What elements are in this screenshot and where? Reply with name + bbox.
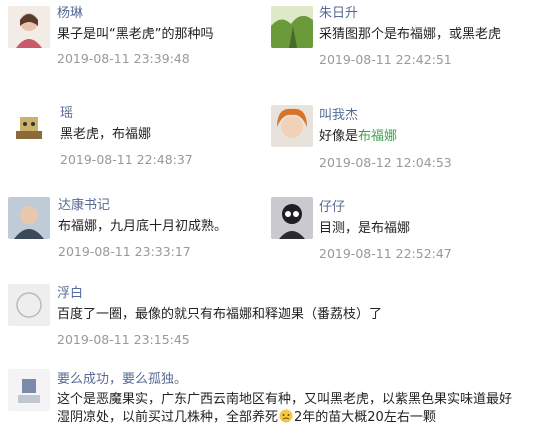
avatar[interactable] — [8, 369, 50, 411]
comment-username[interactable]: 瑶 — [60, 106, 73, 122]
comment-time: 2019-08-11 23:33:17 — [58, 244, 191, 259]
comment-username[interactable]: 朱日升 — [319, 6, 358, 22]
avatar[interactable] — [271, 197, 313, 239]
comment-username[interactable]: 杨琳 — [57, 6, 83, 22]
comment-text-part: 2年的苗大概20左右一颗 — [294, 410, 436, 425]
comment-text: 百度了一圈，最像的就只有布福娜和释迦果（番荔枝）了 — [57, 307, 383, 322]
comment-time: 2019-08-11 22:42:51 — [319, 52, 452, 67]
keyword-link[interactable]: 布福娜 — [358, 129, 397, 144]
comment-text-part: 湿阴凉处，以前买过几株种，全部养死 — [57, 410, 279, 425]
comment-username[interactable]: 达康书记 — [58, 198, 110, 214]
comment-time: 2019-08-12 12:04:53 — [319, 155, 452, 170]
comment-username[interactable]: 浮白 — [57, 286, 83, 302]
comment-time: 2019-08-11 23:15:45 — [57, 332, 190, 347]
comment-username[interactable]: 仔仔 — [319, 200, 345, 216]
avatar[interactable] — [8, 6, 50, 48]
comment-time: 2019-08-11 23:39:48 — [57, 51, 190, 66]
comment-text: 果子是叫“黑老虎”的那种吗 — [57, 27, 214, 42]
comment-username[interactable]: 叫我杰 — [319, 108, 358, 124]
comment-text: 黑老虎，布福娜 — [60, 127, 152, 142]
avatar[interactable] — [271, 6, 313, 48]
comment-text: 这个是恶魔果实，广东广西云南地区有种，又叫黑老虎，以紫黑色果实味道最好 — [57, 392, 513, 407]
avatar[interactable] — [8, 105, 50, 147]
avatar[interactable] — [8, 197, 50, 239]
comment-text: 采猜图那个是布福娜，或黑老虎 — [319, 27, 502, 42]
comment-time: 2019-08-11 22:48:37 — [60, 152, 193, 167]
avatar[interactable] — [271, 105, 313, 147]
emoji-icon — [279, 409, 293, 423]
comment-text: 目测，是布福娜 — [319, 221, 411, 236]
comment-text-prefix: 好像是 — [319, 129, 359, 144]
comment-time: 2019-08-11 22:52:47 — [319, 246, 452, 261]
comment-text: 湿阴凉处，以前买过几株种，全部养死 2年的苗大概20左右一颗 — [57, 409, 436, 427]
comment-username[interactable]: 要么成功，要么孤独。 — [57, 372, 187, 388]
avatar[interactable] — [8, 284, 50, 326]
comment-text: 布福娜，九月底十月初成熟。 — [58, 219, 228, 234]
comment-text: 好像是布福娜 — [319, 128, 397, 146]
